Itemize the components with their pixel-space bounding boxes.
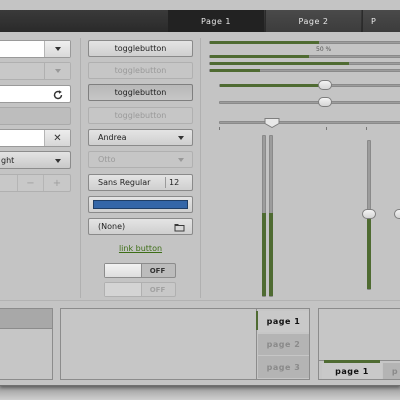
color-swatch — [93, 200, 188, 209]
toggle-button-2: togglebutton — [88, 62, 193, 79]
scale-1-trough[interactable] — [219, 84, 400, 87]
notebook-left-tab-area[interactable] — [0, 309, 52, 329]
toggle-button-3[interactable]: togglebutton — [88, 84, 193, 101]
scale-tick — [219, 127, 220, 130]
switch-disabled-label: OFF — [149, 285, 166, 294]
progress-bar-4-fill — [210, 69, 260, 72]
chevron-down-icon — [55, 159, 61, 163]
tab-page-1-label: Page 1 — [201, 16, 231, 26]
combo-entry-dropdown-button[interactable] — [44, 41, 70, 57]
scale-tick — [366, 127, 367, 130]
spin-plus-button: + — [52, 177, 62, 189]
progress-bar-3 — [209, 62, 400, 65]
refresh-icon[interactable] — [52, 89, 64, 101]
refresh-entry[interactable] — [0, 85, 71, 103]
combo-box[interactable]: ght — [0, 151, 71, 169]
progress-bar-1 — [209, 41, 400, 44]
scale-3-trough[interactable] — [219, 121, 400, 124]
font-divider — [165, 177, 166, 188]
clear-entry[interactable]: ✕ — [0, 129, 71, 147]
vscale-2-fill — [269, 213, 273, 296]
tab-page-2-label: Page 2 — [298, 16, 329, 26]
spin-button-disabled: − + — [0, 174, 71, 192]
tab-page-3-right[interactable]: page 3 — [258, 356, 309, 378]
progress-bar-4 — [209, 69, 400, 72]
combo-entry-disabled — [0, 62, 71, 80]
combo-otto-label: Otto — [98, 155, 116, 164]
progress-bar-2-label: 50 % — [316, 46, 332, 53]
chevron-down-icon — [178, 158, 184, 162]
tab-page-3-label: P — [371, 16, 377, 26]
notebook-right-tabs: page 1 page 2 page 3 — [60, 308, 310, 380]
switch-knob — [105, 283, 142, 296]
switch-off-label: OFF — [149, 266, 166, 275]
desktop-background — [0, 384, 400, 400]
progress-bar-2 — [209, 55, 400, 58]
clear-button[interactable]: ✕ — [44, 130, 70, 146]
chevron-down-icon — [54, 69, 61, 73]
chevron-down-icon — [54, 47, 61, 51]
bottom-separator — [0, 300, 400, 301]
file-chooser-button[interactable]: (None) — [88, 218, 193, 235]
switch-knob[interactable] — [105, 264, 142, 277]
column-separator — [200, 38, 201, 298]
toggle-button-1[interactable]: togglebutton — [88, 40, 193, 57]
tab-page-2[interactable]: Page 2 — [265, 10, 361, 32]
font-button[interactable]: Sans Regular 12 — [88, 174, 193, 191]
combo-otto: Otto — [88, 151, 193, 168]
font-size-label: 12 — [169, 178, 180, 187]
tab-page-3[interactable]: P — [362, 10, 400, 32]
color-button[interactable] — [88, 196, 193, 213]
combo-andrea[interactable]: Andrea — [88, 129, 193, 146]
progress-bar-2-fill — [210, 55, 309, 58]
vscale-1-fill — [262, 213, 266, 296]
scale-1-fill — [220, 84, 321, 87]
scale-1-handle[interactable] — [318, 80, 332, 90]
notebook-left — [0, 308, 53, 380]
progress-bar-3-fill — [210, 62, 349, 65]
notebook-bottom-tabs: page 1 p — [318, 308, 400, 380]
switch-disabled: OFF — [104, 282, 176, 297]
chevron-down-icon — [178, 136, 184, 140]
vscale-2-trough[interactable] — [269, 135, 273, 297]
spin-minus-button: − — [26, 177, 35, 189]
scale-2-handle[interactable] — [318, 97, 332, 107]
tab-page-2-right[interactable]: page 2 — [258, 334, 309, 355]
vscale-4-handle[interactable] — [394, 209, 400, 219]
toggle-button-4: togglebutton — [88, 107, 193, 124]
entry-disabled — [0, 107, 71, 125]
vscale-1-trough[interactable] — [262, 135, 266, 297]
font-name-label: Sans Regular — [98, 178, 151, 187]
vscale-3-handle[interactable] — [362, 209, 376, 219]
progress-bar-1-fill — [210, 41, 319, 44]
scale-3-handle[interactable] — [264, 117, 280, 129]
link-button[interactable]: link button — [88, 244, 193, 256]
file-chooser-label: (None) — [98, 222, 126, 231]
switch-off[interactable]: OFF — [104, 263, 176, 278]
combo-entry-disabled-dropdown — [44, 63, 70, 79]
combo-box-value: ght — [1, 155, 15, 165]
column-separator — [80, 38, 81, 298]
combo-entry[interactable] — [0, 40, 71, 58]
folder-icon — [174, 222, 185, 232]
tab-page-1[interactable]: Page 1 — [168, 10, 264, 32]
tab-page-1-right[interactable]: page 1 — [258, 311, 309, 332]
combo-andrea-label: Andrea — [98, 133, 127, 142]
scale-tick — [326, 127, 327, 130]
tab-page-1-bottom[interactable]: page 1 — [322, 363, 382, 379]
vscale-3-fill — [367, 217, 371, 289]
close-icon: ✕ — [53, 132, 62, 144]
tab-page-2-bottom[interactable]: p — [383, 363, 400, 379]
scale-2-trough[interactable] — [219, 101, 400, 104]
